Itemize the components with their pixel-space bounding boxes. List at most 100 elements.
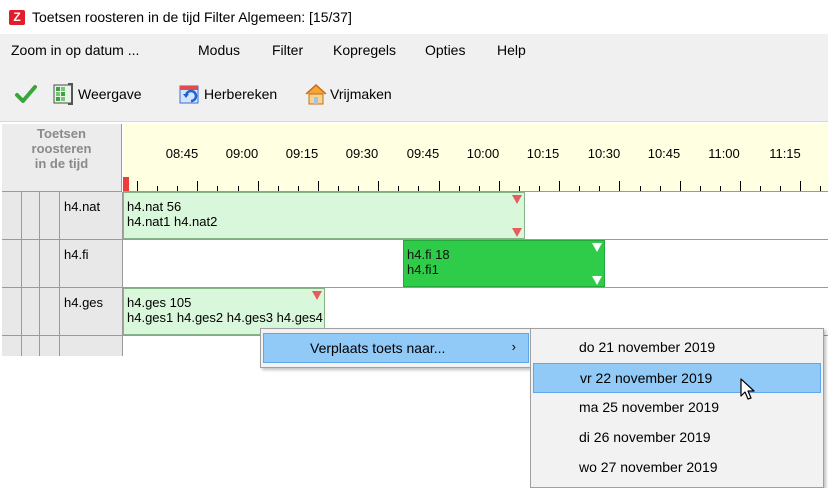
time-label: 09:15 — [285, 146, 319, 161]
timeline-tick — [317, 181, 319, 191]
time-label: 09:30 — [345, 146, 379, 161]
test-block-h4-nat[interactable]: h4.nat 56 h4.nat1 h4.nat2 — [123, 192, 525, 239]
schedule-grid: Toetsen roosteren in de tijd 08:45 09:00… — [2, 124, 828, 356]
table-row: h4.fi h4.fi 18 h4.fi1 — [2, 240, 828, 288]
block-title: h4.fi 18 — [407, 247, 450, 262]
timeline-tick — [619, 181, 621, 191]
timeline-tick — [659, 186, 661, 191]
time-label: 08:45 — [165, 146, 199, 161]
grid-settings-icon — [53, 83, 73, 105]
app-logo-icon: Z — [9, 10, 25, 25]
weergave-label: Weergave — [78, 86, 142, 102]
end-marker-icon — [592, 276, 602, 285]
timeline-tick — [418, 186, 420, 191]
title-bar: Z Toetsen roosteren in de tijd Filter Al… — [0, 0, 828, 34]
timeline-tick — [760, 186, 762, 191]
timeline-tick — [217, 186, 219, 191]
chevron-right-icon: › — [511, 339, 516, 354]
time-label: 11:15 — [769, 146, 801, 161]
block-groups: h4.nat1 h4.nat2 — [127, 214, 218, 229]
vrijmaken-button[interactable]: Vrijmaken — [304, 80, 392, 108]
timeline-tick — [358, 186, 360, 191]
check-icon — [15, 85, 37, 103]
block-groups: h4.fi1 — [407, 262, 439, 277]
timeline-tick — [157, 186, 159, 191]
menu-opties[interactable]: Opties — [425, 42, 465, 58]
timeline-tick — [458, 186, 460, 191]
time-label: 10:45 — [647, 146, 681, 161]
submenu-date[interactable]: di 26 november 2019 — [533, 423, 821, 453]
timeline-tick — [539, 186, 540, 191]
herbereken-label: Herbereken — [204, 86, 278, 102]
timeline-tick — [197, 181, 199, 191]
timeline-tick — [237, 186, 239, 191]
time-label: 10:30 — [587, 146, 621, 161]
timeline-tick — [780, 186, 782, 191]
house-icon — [305, 83, 327, 105]
table-row: h4.nat h4.nat 56 h4.nat1 h4.nat2 — [2, 192, 828, 240]
submenu-date[interactable]: ma 25 november 2019 — [533, 393, 821, 423]
row-name — [60, 336, 123, 356]
time-label: 09:00 — [225, 146, 259, 161]
refresh-calendar-icon — [179, 85, 199, 104]
row-name: h4.fi — [60, 240, 123, 287]
timeline-tick — [498, 181, 500, 191]
timeline-tick — [679, 181, 681, 191]
row-name: h4.ges — [60, 288, 123, 335]
timeline-tick — [338, 186, 339, 191]
timeline-tick — [559, 181, 561, 191]
menu-bar: Zoom in op datum ... Modus Filter Kopreg… — [0, 34, 828, 66]
time-label: 10:15 — [526, 146, 560, 161]
timeline-tick — [518, 186, 520, 191]
time-label: 09:45 — [406, 146, 440, 161]
timeline-tick — [740, 181, 741, 191]
menu-filter[interactable]: Filter — [272, 42, 303, 58]
timeline-tick — [398, 186, 400, 191]
context-menu: Verplaats toets naar... › — [260, 328, 532, 368]
timeline-tick — [599, 186, 601, 191]
block-title: h4.ges 105 — [127, 295, 192, 310]
timeline-tick — [438, 181, 440, 191]
start-marker-icon — [592, 243, 602, 252]
time-label: 11:00 — [708, 146, 740, 161]
timeline-tick — [699, 186, 701, 191]
menu-item-verplaats[interactable]: Verplaats toets naar... › — [263, 333, 529, 363]
current-time-marker — [123, 177, 129, 191]
timeline-tick — [820, 186, 822, 191]
toolbar: Weergave Herbereken Vrijmaken — [0, 66, 828, 122]
row-name: h4.nat — [60, 192, 123, 239]
start-marker-icon — [312, 291, 322, 300]
test-block-h4-fi[interactable]: h4.fi 18 h4.fi1 — [403, 240, 605, 287]
start-marker-icon — [512, 195, 522, 204]
menu-modus[interactable]: Modus — [198, 42, 240, 58]
timeline-tick — [177, 186, 179, 191]
timeline-header: 08:45 09:00 09:15 09:30 09:45 10:00 10:1… — [123, 124, 828, 192]
menu-help[interactable]: Help — [497, 42, 526, 58]
mouse-cursor-icon — [740, 378, 755, 400]
weergave-button[interactable]: Weergave — [52, 80, 142, 108]
date-submenu: do 21 november 2019 vr 22 november 2019 … — [530, 328, 824, 488]
timeline-tick — [297, 186, 299, 191]
timeline-tick — [257, 181, 259, 191]
timeline-tick — [137, 181, 138, 191]
vrijmaken-label: Vrijmaken — [330, 86, 392, 102]
timeline-tick — [719, 186, 721, 191]
submenu-date[interactable]: wo 27 november 2019 — [533, 453, 821, 483]
timeline-tick — [800, 181, 802, 191]
menu-zoom[interactable]: Zoom in op datum ... — [11, 42, 139, 58]
grid-corner-title: Toetsen roosteren in de tijd — [2, 124, 122, 192]
timeline-tick — [639, 186, 641, 191]
menu-kopregels[interactable]: Kopregels — [333, 42, 396, 58]
timeline-tick — [378, 181, 380, 191]
timeline-tick — [277, 186, 279, 191]
window-title: Toetsen roosteren in de tijd Filter Alge… — [32, 9, 352, 25]
menu-item-label: Verplaats toets naar... — [310, 340, 446, 356]
submenu-date[interactable]: vr 22 november 2019 — [533, 363, 821, 393]
end-marker-icon — [512, 228, 522, 237]
herbereken-button[interactable]: Herbereken — [178, 80, 277, 108]
submenu-date[interactable]: do 21 november 2019 — [533, 333, 821, 363]
block-groups: h4.ges1 h4.ges2 h4.ges3 h4.ges4 — [127, 310, 323, 325]
confirm-button[interactable] — [14, 80, 40, 108]
timeline-tick — [579, 186, 581, 191]
block-title: h4.nat 56 — [127, 199, 182, 214]
